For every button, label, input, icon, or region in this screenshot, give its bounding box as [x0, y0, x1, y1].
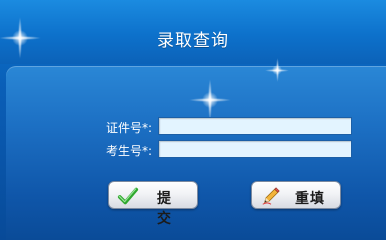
check-icon: [117, 187, 139, 205]
query-window: 录取查询 证件号*: 考生号*: 提 交 重填: [0, 0, 386, 240]
exam-number-label: 考生号*:: [105, 144, 152, 158]
pencil-icon: [262, 187, 280, 205]
page-title: 录取查询: [157, 31, 229, 51]
reset-button[interactable]: 重填: [251, 181, 341, 209]
submit-button-label: 提 交: [157, 191, 177, 227]
id-number-label: 证件号*:: [105, 121, 152, 135]
exam-number-input[interactable]: [158, 140, 352, 158]
header-bar: 录取查询: [0, 0, 386, 64]
id-number-input[interactable]: [158, 117, 352, 135]
reset-button-label: 重填: [295, 191, 325, 207]
submit-button[interactable]: 提 交: [108, 181, 198, 227]
